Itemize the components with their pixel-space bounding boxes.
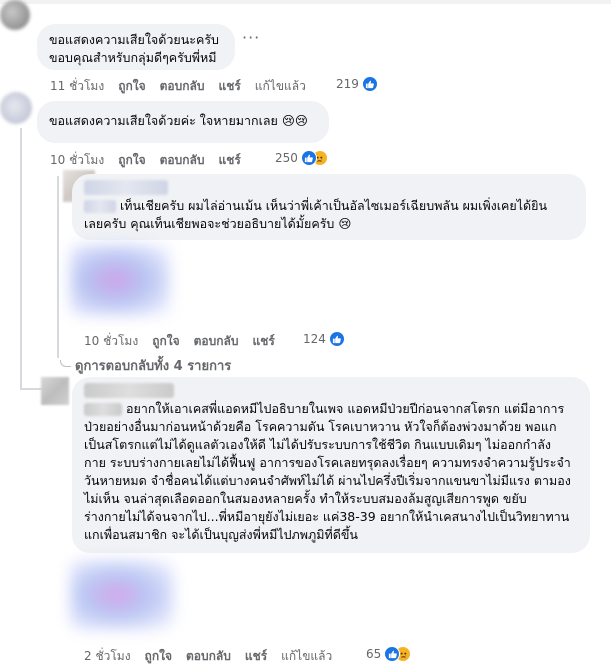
share-button[interactable]: แชร์ xyxy=(245,647,267,665)
reaction-count: 65 xyxy=(366,647,382,661)
like-button[interactable]: ถูกใจ xyxy=(145,647,172,665)
thread-line-main xyxy=(20,128,22,390)
reply-button[interactable]: ตอบกลับ xyxy=(186,647,231,665)
comment-text-line: ขอบคุณสำหรับกลุ่มดีๆครับพี่หมี xyxy=(49,50,217,65)
share-button[interactable]: แชร์ xyxy=(252,332,274,351)
comment-actions-2: 10 ชั่วโมง ถูกใจ ตอบกลับ แชร์ xyxy=(50,151,241,170)
commenter-name[interactable] xyxy=(84,383,174,398)
reply-button[interactable]: ตอบกลับ xyxy=(160,77,205,96)
thread-line-reply-2-branch xyxy=(57,176,59,182)
reply-button[interactable]: ตอบกลับ xyxy=(194,332,239,351)
comment-time[interactable]: 2 ชั่วโมง xyxy=(84,647,131,665)
reaction-count: 124 xyxy=(303,332,326,346)
share-button[interactable]: แชร์ xyxy=(218,151,240,170)
more-options-icon[interactable]: ··· xyxy=(242,28,260,47)
comment-text-line: ขอแสดงความเสียใจด้วยค่ะ ใจหายมากเลย 😢😢 xyxy=(49,113,308,128)
comment-actions-3: 10 ชั่วโมง ถูกใจ ตอบกลับ แชร์ xyxy=(84,332,275,351)
comment-text-line: ป่วยอย่างอื่นมาก่อนหน้าด้วยคือ โรคความดั… xyxy=(84,419,557,434)
comment-text-line: อยากให้เอาเคสพี่แอดหมีไปอธิบายในเพจ แอดห… xyxy=(84,400,578,418)
comment-text-line: กาย ระบบร่างกายเลยไม่ได้ฟื้นฟู อาการของโ… xyxy=(84,455,571,470)
avatar[interactable] xyxy=(0,0,30,30)
comment-text-line: เป็นสโตรกแต่ไม่ได้ดูแลตัวเองให้ดี ไม่ได้… xyxy=(84,437,551,452)
mention[interactable] xyxy=(84,403,122,416)
comment-bubble-2: ขอแสดงความเสียใจด้วยค่ะ ใจหายมากเลย 😢😢 xyxy=(37,101,329,143)
view-replies-label: ดูการตอบกลับทั้ง 4 รายการ xyxy=(75,359,232,374)
thread-line-reply-2 xyxy=(57,182,59,358)
like-button[interactable]: ถูกใจ xyxy=(118,151,145,170)
like-reaction-icon xyxy=(361,76,378,92)
commenter-name[interactable] xyxy=(84,180,168,195)
comment-actions-1: 11 ชั่วโมง ถูกใจ ตอบกลับ แชร์ แก้ไขแล้ว xyxy=(50,77,306,96)
reaction-count: 250 xyxy=(275,151,298,165)
reaction-summary-2[interactable]: 250 xyxy=(275,150,328,166)
comment-text-line: เท็นเชียครับ ผมไล่อ่านเม้น เห็นว่าพี่เค้… xyxy=(84,197,574,215)
like-button[interactable]: ถูกใจ xyxy=(118,77,145,96)
reaction-count: 219 xyxy=(336,77,359,91)
edited-label: แก้ไขแล้ว xyxy=(254,79,306,93)
edited-label: แก้ไขแล้ว xyxy=(281,649,333,663)
avatar[interactable] xyxy=(0,92,32,124)
comment-bubble-3: เท็นเชียครับ ผมไล่อ่านเม้น เห็นว่าพี่เค้… xyxy=(72,174,586,240)
reply-button[interactable]: ตอบกลับ xyxy=(160,151,205,170)
avatar[interactable] xyxy=(41,377,69,405)
comment-time[interactable]: 11 ชั่วโมง xyxy=(50,77,104,96)
like-reaction-icon xyxy=(300,150,317,166)
comment-text-line: แกเพื่อนสมาชิก จะได้เป็นบุญส่งพี่หมีไปภพ… xyxy=(84,527,358,542)
comment-text-line: วันหายหมด จำชื่อคนได้แต่บางคนจำศัพท์ไม่ไ… xyxy=(84,473,571,488)
reaction-summary-3[interactable]: 124 xyxy=(303,331,345,347)
comment-bubble-1: ขอแสดงความเสียใจด้วยนะครับ ขอบคุณสำหรับก… xyxy=(37,24,235,70)
reaction-summary-1[interactable]: 219 xyxy=(336,76,378,92)
attached-image[interactable] xyxy=(70,244,170,316)
comment-text-line: ไม่เห็น จนล่าสุดเลือดออกในสมองหลายครั้ง … xyxy=(84,491,527,506)
comment-bubble-4: อยากให้เอาเคสพี่แอดหมีไปอธิบายในเพจ แอดห… xyxy=(72,377,590,553)
view-replies-link[interactable]: ดูการตอบกลับทั้ง 4 รายการ xyxy=(60,355,231,376)
comment-time[interactable]: 10 ชั่วโมง xyxy=(50,151,104,170)
like-reaction-icon xyxy=(328,331,345,347)
top-edge xyxy=(0,0,611,4)
comment-actions-4: 2 ชั่วโมง ถูกใจ ตอบกลับ แชร์ แก้ไขแล้ว xyxy=(84,647,332,665)
mention[interactable] xyxy=(84,200,116,213)
comment-text-line: ร่างกายไม่ได้จนจากไป...พี่หมีอายุยังไม่เ… xyxy=(84,509,570,524)
comment-time[interactable]: 10 ชั่วโมง xyxy=(84,332,138,351)
comment-text-line: เลยครับ คุณเท็นเชียพอจะช่วยอธิบายได้มั้ย… xyxy=(84,216,352,231)
like-button[interactable]: ถูกใจ xyxy=(152,332,179,351)
comment-text-line: ขอแสดงความเสียใจด้วยนะครับ xyxy=(49,32,219,47)
reply-arrow-icon xyxy=(60,360,71,367)
attached-image[interactable] xyxy=(70,560,174,630)
reaction-summary-4[interactable]: 65 xyxy=(366,646,412,662)
share-button[interactable]: แชร์ xyxy=(218,77,240,96)
